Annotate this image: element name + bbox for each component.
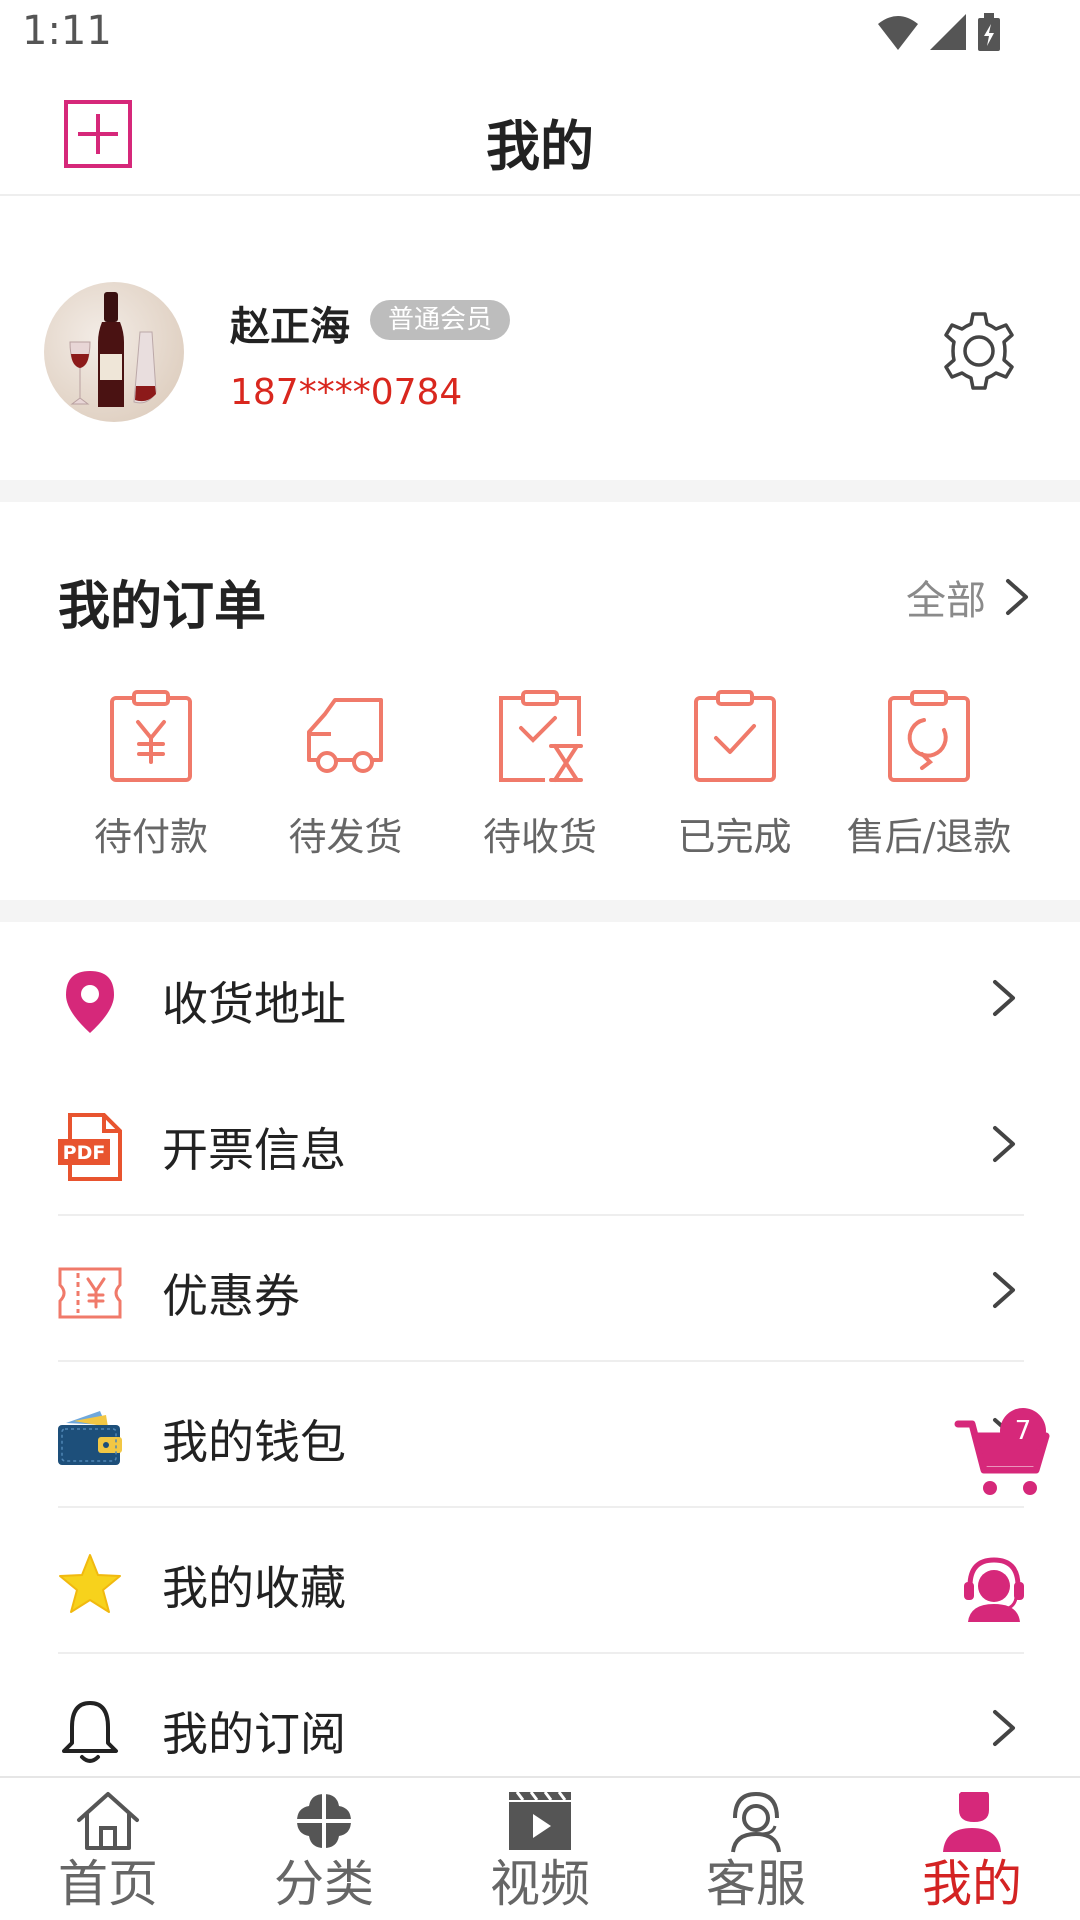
tab-label: 我的 (922, 1855, 1022, 1913)
order-label: 售后/退款 (846, 815, 1012, 859)
gear-icon[interactable] (936, 308, 1022, 394)
tab-video[interactable]: 视频 (432, 1778, 648, 1920)
menu-item-favorites[interactable]: 我的收藏 (0, 1508, 1080, 1654)
user-name: 赵正海 (230, 304, 350, 350)
order-pending-payment[interactable]: 待付款 (56, 688, 246, 861)
wine-bottle-icon (69, 292, 157, 407)
coupon-icon (58, 1267, 122, 1319)
chevron-right-icon (993, 980, 1015, 1016)
customer-service-icon (731, 1791, 781, 1853)
menu-item-label: 优惠券 (162, 1269, 300, 1323)
bottom-nav: 首页 分类 视频 客服 我的 (0, 1776, 1080, 1920)
profile-card[interactable]: 赵正海 普通会员 187****0784 (0, 198, 1080, 480)
cart-count-badge: 7 (1000, 1408, 1046, 1454)
order-label: 待付款 (93, 815, 208, 859)
order-status-list: 待付款 待发货 待收货 已完成 售后/退款 (56, 688, 1024, 861)
chevron-right-icon (993, 1710, 1015, 1746)
member-level-badge: 普通会员 (370, 300, 511, 340)
order-refund[interactable]: 售后/退款 (834, 688, 1024, 861)
menu-item-label: 我的钱包 (162, 1415, 346, 1469)
cell-signal-icon (930, 14, 966, 50)
location-pin-icon (66, 971, 114, 1033)
order-pending-receipt[interactable]: 待收货 (445, 688, 635, 861)
tab-label: 视频 (490, 1855, 590, 1913)
menu-item-label: 我的订阅 (162, 1707, 346, 1761)
order-label: 待发货 (288, 815, 403, 859)
customer-service-float-icon[interactable] (958, 1552, 1030, 1624)
pending-receipt-icon (499, 690, 583, 782)
tab-service[interactable]: 客服 (648, 1778, 864, 1920)
tab-label: 首页 (58, 1855, 158, 1913)
profile-icon (943, 1792, 1001, 1852)
section-divider (0, 480, 1080, 502)
menu-item-label: 我的收藏 (162, 1561, 346, 1615)
chevron-right-icon (993, 1126, 1015, 1162)
order-completed[interactable]: 已完成 (640, 688, 830, 861)
section-divider (0, 900, 1080, 922)
home-icon (77, 1792, 139, 1850)
tab-category[interactable]: 分类 (216, 1778, 432, 1920)
header-bar: 我的 (0, 66, 1080, 196)
menu-item-coupons[interactable]: 优惠券 (0, 1216, 1080, 1362)
wifi-icon (878, 16, 918, 50)
order-label: 待收货 (482, 815, 597, 859)
tab-label: 客服 (706, 1855, 806, 1913)
orders-section: 我的订单 全部 待付款 待发货 待收货 已完成 售后/退款 (0, 502, 1080, 900)
pending-shipment-icon (306, 698, 383, 773)
menu-list: 收货地址 PDF 开票信息 优惠券 我的钱包 我的收藏 我的订阅 (0, 924, 1080, 1800)
status-bar: 1:11 (0, 0, 1080, 66)
star-icon (59, 1554, 121, 1613)
svg-text:PDF: PDF (63, 1142, 106, 1164)
orders-all-label: 全部 (906, 578, 986, 624)
chevron-right-icon (993, 1272, 1015, 1308)
menu-item-address[interactable]: 收货地址 (0, 924, 1080, 1070)
avatar[interactable] (44, 282, 184, 422)
tab-profile[interactable]: 我的 (864, 1778, 1080, 1920)
menu-item-label: 开票信息 (162, 1123, 346, 1177)
category-icon (297, 1794, 351, 1848)
refund-icon (888, 690, 970, 782)
orders-all-link[interactable]: 全部 (906, 568, 1030, 626)
order-pending-shipment[interactable]: 待发货 (251, 688, 441, 861)
menu-item-invoice[interactable]: PDF 开票信息 (0, 1070, 1080, 1216)
completed-icon (693, 690, 776, 782)
status-time: 1:11 (22, 8, 112, 54)
orders-title: 我的订单 (58, 577, 267, 637)
pdf-icon: PDF (58, 1113, 122, 1181)
bell-icon (62, 1701, 118, 1763)
pending-payment-icon (110, 690, 192, 782)
user-phone: 187****0784 (230, 372, 463, 413)
order-label: 已完成 (677, 815, 792, 859)
menu-item-label: 收货地址 (162, 977, 346, 1031)
tab-home[interactable]: 首页 (0, 1778, 216, 1920)
wallet-icon (58, 1411, 122, 1465)
tab-label: 分类 (274, 1855, 374, 1913)
battery-icon (978, 13, 1000, 51)
menu-item-wallet[interactable]: 我的钱包 (0, 1362, 1080, 1508)
page-title: 我的 (486, 115, 594, 178)
chevron-right-icon (1006, 579, 1028, 615)
status-icons (876, 12, 1002, 52)
video-icon (509, 1791, 571, 1850)
